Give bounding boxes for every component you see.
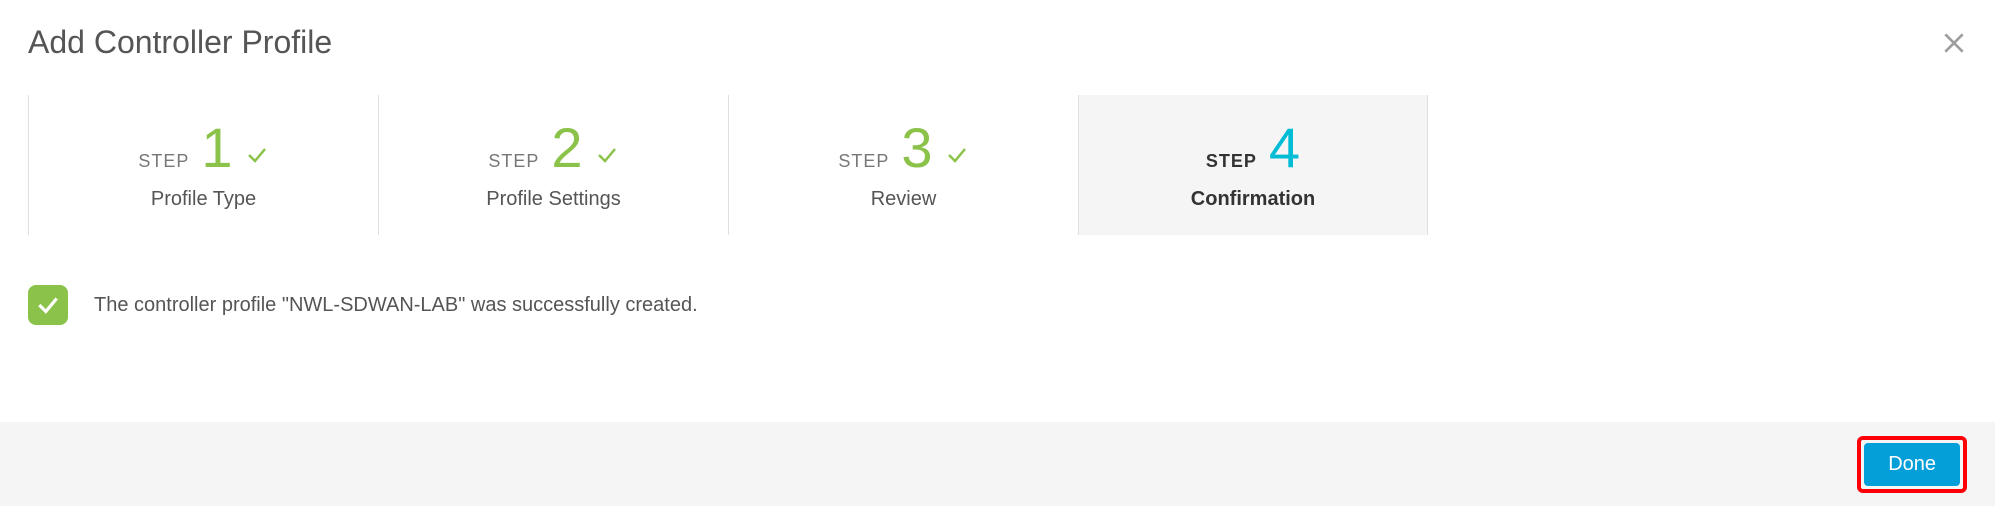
done-button[interactable]: Done [1864, 443, 1960, 486]
check-icon [945, 143, 969, 167]
confirmation-row: The controller profile "NWL-SDWAN-LAB" w… [28, 285, 1995, 325]
page-title: Add Controller Profile [28, 24, 332, 61]
step-word: STEP [1206, 151, 1257, 172]
step-number: 4 [1269, 120, 1300, 176]
step-number: 1 [201, 120, 232, 176]
step-label: Review [871, 188, 937, 211]
check-icon [595, 143, 619, 167]
done-button-highlight: Done [1857, 436, 1967, 493]
check-icon [245, 143, 269, 167]
step-number: 2 [551, 120, 582, 176]
success-check-icon [28, 285, 68, 325]
step-profile-settings[interactable]: STEP 2 Profile Settings [378, 95, 728, 235]
footer-bar: Done [0, 422, 1995, 506]
wizard-stepper: STEP 1 Profile Type STEP 2 Profile Setti… [28, 95, 1967, 235]
step-word: STEP [838, 151, 889, 172]
step-label: Confirmation [1191, 188, 1315, 211]
confirmation-message: The controller profile "NWL-SDWAN-LAB" w… [94, 294, 698, 317]
step-review[interactable]: STEP 3 Review [728, 95, 1078, 235]
close-icon[interactable] [1941, 30, 1967, 56]
step-confirmation[interactable]: STEP 4 Confirmation [1078, 95, 1428, 235]
step-profile-type[interactable]: STEP 1 Profile Type [28, 95, 378, 235]
step-label: Profile Settings [486, 188, 621, 211]
step-word: STEP [488, 151, 539, 172]
step-number: 3 [901, 120, 932, 176]
step-word: STEP [138, 151, 189, 172]
step-label: Profile Type [151, 188, 256, 211]
